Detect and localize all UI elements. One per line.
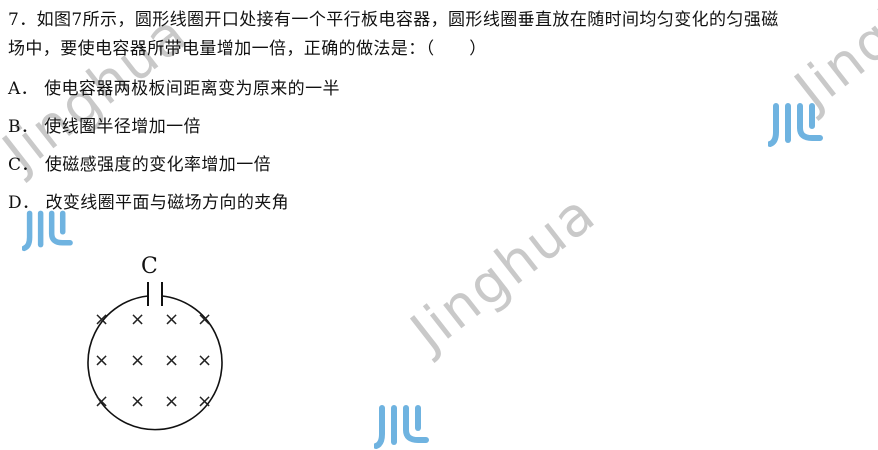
field-cross: × [164, 309, 179, 330]
option-d-label: D． [8, 193, 40, 213]
option-a[interactable]: A． 使电容器两极板间距离变为原来的一半 [8, 76, 340, 114]
field-cross: × [164, 350, 179, 371]
watermark-logo-icon [374, 405, 429, 449]
option-b[interactable]: B． 使线圈半径增加一倍 [8, 114, 340, 152]
field-cross: × [94, 350, 109, 371]
field-cross: × [164, 391, 179, 412]
coil-diagram: C × × × × × × × × × × × × [87, 254, 223, 431]
field-cross: × [94, 309, 109, 330]
field-cross: × [94, 391, 109, 412]
answer-options: A． 使电容器两极板间距离变为原来的一半 B． 使线圈半径增加一倍 C． 使磁感强度的… [8, 76, 340, 228]
watermark-text: Jinghua [399, 180, 608, 363]
field-cross: × [197, 309, 212, 330]
option-d-text: 改变线圈平面与磁场方向的夹角 [45, 193, 290, 213]
option-d[interactable]: D． 改变线圈平面与磁场方向的夹角 [8, 190, 340, 228]
field-cross: × [130, 391, 145, 412]
coil-figure: C × × × × × × × × × × × × [78, 248, 238, 438]
magnetic-field-crosses: × × × × × × × × × × × × [94, 309, 212, 412]
field-cross: × [197, 391, 212, 412]
capacitor-label: C [141, 254, 158, 279]
option-c-label: C． [8, 155, 39, 175]
field-cross: × [130, 309, 145, 330]
field-cross: × [130, 350, 145, 371]
field-cross: × [197, 350, 212, 371]
watermark-logo-icon [768, 103, 823, 147]
question-stem: 7．如图7所示，圆形线圈开口处接有一个平行板电容器，圆形线圈垂直放在随时间均匀变… [8, 6, 870, 64]
option-b-text: 使线圈半径增加一倍 [44, 117, 201, 137]
question-line-2: 场中，要使电容器所带电量增加一倍，正确的做法是：（ ） [8, 39, 487, 59]
option-c-text: 使磁感强度的变化率增加一倍 [44, 155, 272, 175]
question-line-1: 7．如图7所示，圆形线圈开口处接有一个平行板电容器，圆形线圈垂直放在随时间均匀变… [8, 10, 779, 30]
option-c[interactable]: C． 使磁感强度的变化率增加一倍 [8, 152, 340, 190]
option-a-text: 使电容器两极板间距离变为原来的一半 [44, 79, 340, 99]
option-a-label: A． [8, 79, 39, 99]
option-b-label: B． [8, 117, 39, 137]
